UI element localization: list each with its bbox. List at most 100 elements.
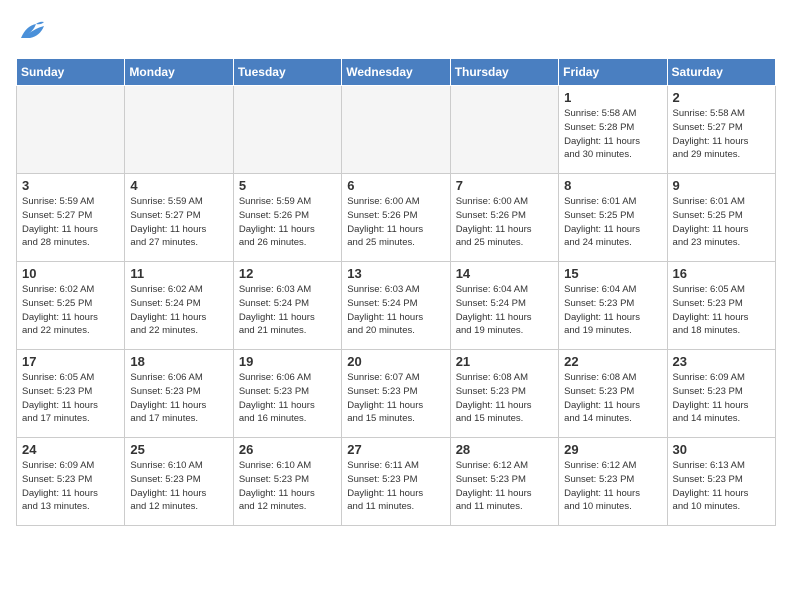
day-info: Sunrise: 6:06 AM Sunset: 5:23 PM Dayligh…	[130, 371, 227, 426]
day-info: Sunrise: 6:01 AM Sunset: 5:25 PM Dayligh…	[673, 195, 770, 250]
day-info: Sunrise: 5:58 AM Sunset: 5:27 PM Dayligh…	[673, 107, 770, 162]
calendar: SundayMondayTuesdayWednesdayThursdayFrid…	[16, 58, 776, 526]
calendar-cell	[125, 86, 233, 174]
weekday-header-row: SundayMondayTuesdayWednesdayThursdayFrid…	[17, 59, 776, 86]
day-number: 7	[456, 178, 553, 193]
day-number: 3	[22, 178, 119, 193]
logo-icon	[16, 16, 46, 46]
day-number: 17	[22, 354, 119, 369]
calendar-cell: 13 Sunrise: 6:03 AM Sunset: 5:24 PM Dayli…	[342, 262, 450, 350]
calendar-cell: 17 Sunrise: 6:05 AM Sunset: 5:23 PM Dayli…	[17, 350, 125, 438]
day-info: Sunrise: 6:00 AM Sunset: 5:26 PM Dayligh…	[456, 195, 553, 250]
weekday-header-sunday: Sunday	[17, 59, 125, 86]
calendar-cell: 4 Sunrise: 5:59 AM Sunset: 5:27 PM Daylig…	[125, 174, 233, 262]
weekday-header-saturday: Saturday	[667, 59, 775, 86]
day-info: Sunrise: 6:13 AM Sunset: 5:23 PM Dayligh…	[673, 459, 770, 514]
day-number: 2	[673, 90, 770, 105]
day-info: Sunrise: 6:02 AM Sunset: 5:25 PM Dayligh…	[22, 283, 119, 338]
day-info: Sunrise: 6:04 AM Sunset: 5:24 PM Dayligh…	[456, 283, 553, 338]
day-number: 28	[456, 442, 553, 457]
day-info: Sunrise: 6:06 AM Sunset: 5:23 PM Dayligh…	[239, 371, 336, 426]
calendar-cell	[450, 86, 558, 174]
day-info: Sunrise: 6:10 AM Sunset: 5:23 PM Dayligh…	[130, 459, 227, 514]
week-row-2: 3 Sunrise: 5:59 AM Sunset: 5:27 PM Daylig…	[17, 174, 776, 262]
calendar-cell: 11 Sunrise: 6:02 AM Sunset: 5:24 PM Dayli…	[125, 262, 233, 350]
calendar-cell: 2 Sunrise: 5:58 AM Sunset: 5:27 PM Daylig…	[667, 86, 775, 174]
week-row-5: 24 Sunrise: 6:09 AM Sunset: 5:23 PM Dayli…	[17, 438, 776, 526]
weekday-header-monday: Monday	[125, 59, 233, 86]
day-number: 16	[673, 266, 770, 281]
weekday-header-wednesday: Wednesday	[342, 59, 450, 86]
day-number: 23	[673, 354, 770, 369]
weekday-header-friday: Friday	[559, 59, 667, 86]
calendar-cell: 25 Sunrise: 6:10 AM Sunset: 5:23 PM Dayli…	[125, 438, 233, 526]
calendar-cell: 5Sunrise: 5:59 AM Sunset: 5:26 PM Daylig…	[233, 174, 341, 262]
day-info: Sunrise: 6:08 AM Sunset: 5:23 PM Dayligh…	[564, 371, 661, 426]
calendar-cell: 6 Sunrise: 6:00 AM Sunset: 5:26 PM Daylig…	[342, 174, 450, 262]
day-number: 5	[239, 178, 336, 193]
day-info: Sunrise: 6:05 AM Sunset: 5:23 PM Dayligh…	[22, 371, 119, 426]
day-number: 27	[347, 442, 444, 457]
calendar-cell: 29 Sunrise: 6:12 AM Sunset: 5:23 PM Dayli…	[559, 438, 667, 526]
calendar-cell: 20 Sunrise: 6:07 AM Sunset: 5:23 PM Dayli…	[342, 350, 450, 438]
day-number: 9	[673, 178, 770, 193]
day-info: Sunrise: 6:08 AM Sunset: 5:23 PM Dayligh…	[456, 371, 553, 426]
day-info: Sunrise: 6:04 AM Sunset: 5:23 PM Dayligh…	[564, 283, 661, 338]
calendar-cell: 15 Sunrise: 6:04 AM Sunset: 5:23 PM Dayli…	[559, 262, 667, 350]
day-info: Sunrise: 6:07 AM Sunset: 5:23 PM Dayligh…	[347, 371, 444, 426]
day-number: 14	[456, 266, 553, 281]
day-number: 20	[347, 354, 444, 369]
calendar-cell: 28 Sunrise: 6:12 AM Sunset: 5:23 PM Dayli…	[450, 438, 558, 526]
day-number: 15	[564, 266, 661, 281]
day-info: Sunrise: 6:05 AM Sunset: 5:23 PM Dayligh…	[673, 283, 770, 338]
day-number: 19	[239, 354, 336, 369]
day-number: 24	[22, 442, 119, 457]
day-number: 21	[456, 354, 553, 369]
header	[16, 16, 776, 46]
day-number: 6	[347, 178, 444, 193]
calendar-cell: 21 Sunrise: 6:08 AM Sunset: 5:23 PM Dayli…	[450, 350, 558, 438]
day-info: Sunrise: 5:59 AM Sunset: 5:27 PM Dayligh…	[130, 195, 227, 250]
calendar-cell: 9 Sunrise: 6:01 AM Sunset: 5:25 PM Daylig…	[667, 174, 775, 262]
weekday-header-tuesday: Tuesday	[233, 59, 341, 86]
day-number: 11	[130, 266, 227, 281]
day-number: 25	[130, 442, 227, 457]
day-number: 8	[564, 178, 661, 193]
day-info: Sunrise: 6:12 AM Sunset: 5:23 PM Dayligh…	[564, 459, 661, 514]
day-info: Sunrise: 6:03 AM Sunset: 5:24 PM Dayligh…	[347, 283, 444, 338]
calendar-cell: 18 Sunrise: 6:06 AM Sunset: 5:23 PM Dayli…	[125, 350, 233, 438]
day-info: Sunrise: 6:10 AM Sunset: 5:23 PM Dayligh…	[239, 459, 336, 514]
day-number: 30	[673, 442, 770, 457]
day-number: 13	[347, 266, 444, 281]
calendar-cell: 26Sunrise: 6:10 AM Sunset: 5:23 PM Dayli…	[233, 438, 341, 526]
week-row-4: 17 Sunrise: 6:05 AM Sunset: 5:23 PM Dayli…	[17, 350, 776, 438]
calendar-cell: 19 Sunrise: 6:06 AM Sunset: 5:23 PM Dayli…	[233, 350, 341, 438]
day-number: 22	[564, 354, 661, 369]
day-number: 18	[130, 354, 227, 369]
day-number: 29	[564, 442, 661, 457]
day-number: 1	[564, 90, 661, 105]
day-number: 4	[130, 178, 227, 193]
day-info: Sunrise: 6:02 AM Sunset: 5:24 PM Dayligh…	[130, 283, 227, 338]
calendar-cell: 10Sunrise: 6:02 AM Sunset: 5:25 PM Dayli…	[17, 262, 125, 350]
weekday-header-thursday: Thursday	[450, 59, 558, 86]
calendar-cell: 16 Sunrise: 6:05 AM Sunset: 5:23 PM Dayli…	[667, 262, 775, 350]
calendar-cell: 27Sunrise: 6:11 AM Sunset: 5:23 PM Dayli…	[342, 438, 450, 526]
day-info: Sunrise: 5:58 AM Sunset: 5:28 PM Dayligh…	[564, 107, 661, 162]
calendar-cell: 30 Sunrise: 6:13 AM Sunset: 5:23 PM Dayli…	[667, 438, 775, 526]
calendar-cell: 22 Sunrise: 6:08 AM Sunset: 5:23 PM Dayli…	[559, 350, 667, 438]
day-info: Sunrise: 6:00 AM Sunset: 5:26 PM Dayligh…	[347, 195, 444, 250]
day-info: Sunrise: 6:09 AM Sunset: 5:23 PM Dayligh…	[673, 371, 770, 426]
day-info: Sunrise: 6:09 AM Sunset: 5:23 PM Dayligh…	[22, 459, 119, 514]
calendar-cell: 24 Sunrise: 6:09 AM Sunset: 5:23 PM Dayli…	[17, 438, 125, 526]
day-info: Sunrise: 5:59 AM Sunset: 5:27 PM Dayligh…	[22, 195, 119, 250]
day-info: Sunrise: 6:12 AM Sunset: 5:23 PM Dayligh…	[456, 459, 553, 514]
calendar-cell: 8 Sunrise: 6:01 AM Sunset: 5:25 PM Daylig…	[559, 174, 667, 262]
week-row-1: 1 Sunrise: 5:58 AM Sunset: 5:28 PM Daylig…	[17, 86, 776, 174]
calendar-cell: 3 Sunrise: 5:59 AM Sunset: 5:27 PM Daylig…	[17, 174, 125, 262]
calendar-cell	[233, 86, 341, 174]
calendar-cell	[342, 86, 450, 174]
day-info: Sunrise: 6:03 AM Sunset: 5:24 PM Dayligh…	[239, 283, 336, 338]
calendar-cell: 12Sunrise: 6:03 AM Sunset: 5:24 PM Dayli…	[233, 262, 341, 350]
day-info: Sunrise: 6:01 AM Sunset: 5:25 PM Dayligh…	[564, 195, 661, 250]
